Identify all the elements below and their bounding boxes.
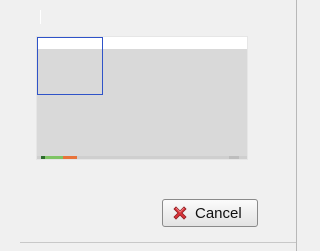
preview-footer-bar bbox=[37, 156, 247, 159]
red-x-icon bbox=[173, 206, 187, 220]
dialog-right-border bbox=[296, 0, 297, 251]
preview-footer-segment bbox=[229, 156, 239, 159]
preview-footer-segment bbox=[45, 156, 63, 159]
dialog-window: Cancel bbox=[0, 0, 297, 251]
cancel-button[interactable]: Cancel bbox=[162, 199, 258, 227]
region-selection-box[interactable] bbox=[37, 37, 103, 95]
dialog-bottom-border bbox=[20, 242, 297, 243]
cursor-caret bbox=[40, 10, 41, 24]
preview-footer-segment bbox=[63, 156, 77, 159]
cancel-button-label: Cancel bbox=[195, 204, 242, 222]
